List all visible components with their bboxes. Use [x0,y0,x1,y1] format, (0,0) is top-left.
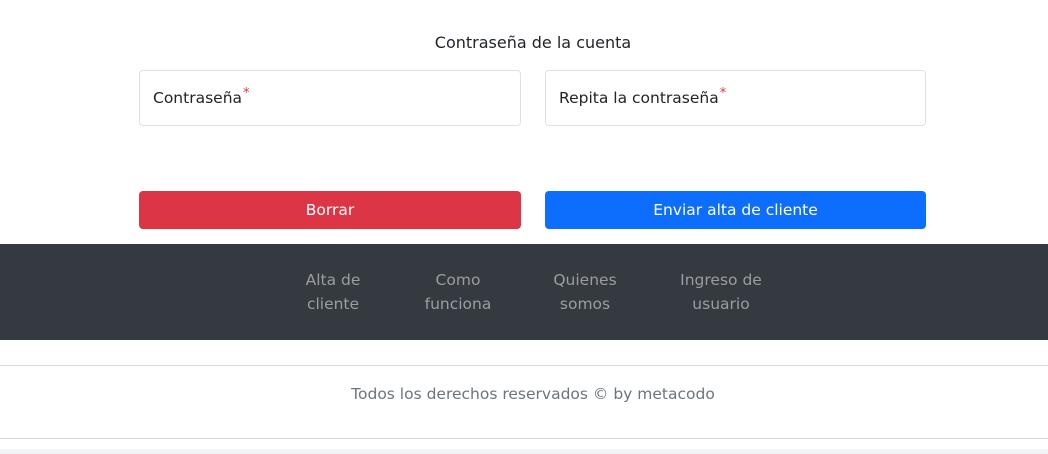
nav-link-line: Quienes [553,271,617,289]
nav-link-quienes-somos[interactable]: Quienes somos [549,268,621,316]
repeat-password-label: Repita la contraseña [559,89,719,107]
nav-link-ingreso-usuario[interactable]: Ingreso de usuario [674,268,768,316]
required-marker: * [719,85,727,101]
nav-link-como-funciona[interactable]: Como funciona [418,268,498,316]
submit-button[interactable]: Enviar alta de cliente [545,191,926,229]
nav-link-line: Alta de [305,271,361,289]
page: Contraseña de la cuenta Contraseña * Repi… [0,0,1048,454]
nav-link-line: usuario [692,295,750,313]
section-title: Contraseña de la cuenta [434,33,632,52]
password-field[interactable]: Contraseña * [139,70,521,126]
required-marker: * [243,85,250,101]
nav-link-alta-cliente[interactable]: Alta de cliente [296,268,370,316]
nav-link-line: Como [435,271,481,289]
footer-divider-top [0,365,1048,366]
bottom-strip [0,449,1048,454]
nav-link-line: Ingreso de [680,271,762,289]
repeat-password-field[interactable]: Repita la contraseña * [545,70,926,126]
password-label: Contraseña [153,89,243,107]
nav-link-line: funciona [424,295,492,313]
clear-button[interactable]: Borrar [139,191,521,229]
nav-link-line: somos [559,295,611,313]
copyright-text: Todos los derechos reservados © by metac… [351,385,715,403]
footer-divider-bottom [0,438,1048,439]
nav-link-line: cliente [306,295,360,313]
footer-navbar: Alta de cliente Como funciona Quienes so… [0,244,1048,340]
